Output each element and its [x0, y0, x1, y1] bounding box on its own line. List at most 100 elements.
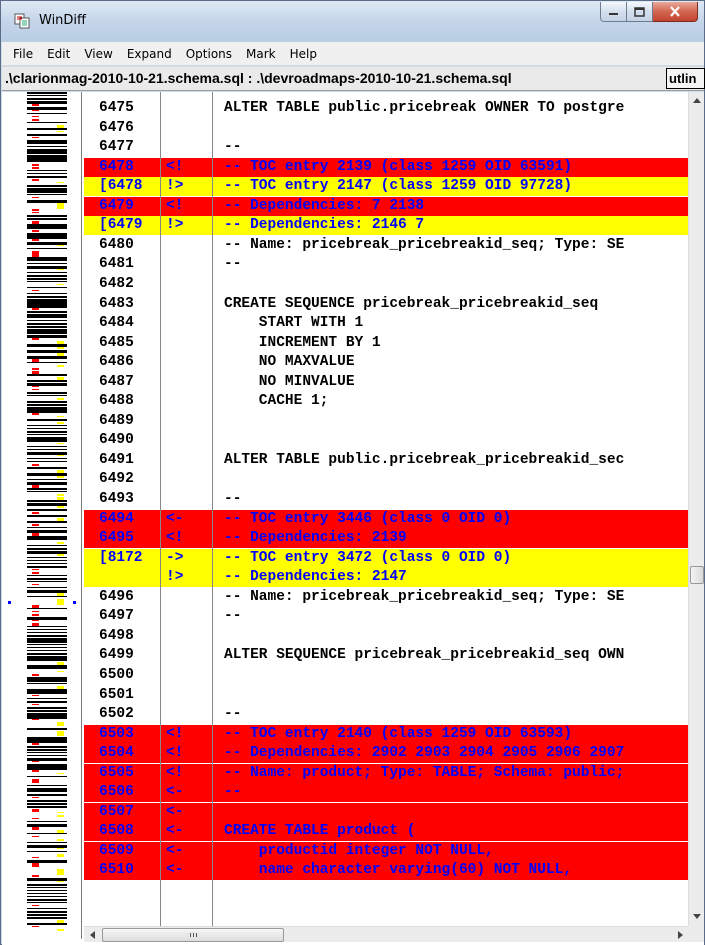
overview-mark — [27, 884, 67, 886]
diff-line[interactable]: 6483 CREATE SEQUENCE pricebreak_pricebrea… — [84, 295, 688, 314]
diff-line[interactable]: 6510 <- name character varying(60) NOT NU… — [84, 861, 688, 881]
overview-mark — [27, 896, 67, 897]
maximize-icon — [634, 6, 645, 17]
diff-line[interactable]: 6475 ALTER TABLE public.pricebreak OWNER … — [84, 99, 688, 118]
diff-line[interactable]: 6502 -- — [84, 705, 688, 724]
menu-help[interactable]: Help — [283, 43, 324, 65]
overview-mark — [32, 389, 39, 390]
line-text: -- TOC entry 2140 (class 1259 OID 63593) — [224, 725, 573, 742]
diff-line[interactable]: 6503 <! -- TOC entry 2140 (class 1259 OID … — [84, 724, 688, 744]
arrow-right-icon — [677, 931, 683, 939]
diff-line[interactable]: 6476 — [84, 119, 688, 138]
vertical-scroll-thumb[interactable] — [690, 566, 704, 584]
scroll-left-arrow[interactable] — [84, 927, 100, 943]
diff-line[interactable]: !> -- Dependencies: 2147 — [84, 568, 688, 588]
overview-mark — [57, 734, 64, 736]
diff-line[interactable]: 6497 -- — [84, 607, 688, 626]
overview-mark — [27, 851, 67, 852]
minimize-button[interactable] — [600, 2, 627, 22]
diff-text-pane[interactable]: 6510 <- name character varying(60) NOT NU… — [84, 92, 688, 926]
diff-line[interactable]: 6506 <- -- — [84, 783, 688, 803]
diff-line[interactable]: [8172 -> -- TOC entry 3472 (class 0 OID 0) — [84, 548, 688, 568]
diff-line[interactable]: 6508 <- CREATE TABLE product ( — [84, 822, 688, 842]
line-number: 6510 — [99, 862, 134, 879]
diff-line[interactable]: [6478 !> -- TOC entry 2147 (class 1259 OID… — [84, 177, 688, 197]
overview-mark — [32, 368, 39, 370]
menu-file[interactable]: File — [6, 43, 40, 65]
diff-line[interactable]: 6480 -- Name: pricebreak_pricebreakid_seq… — [84, 236, 688, 255]
line-number: 6493 — [99, 491, 134, 507]
diff-line[interactable]: 6485 INCREMENT BY 1 — [84, 334, 688, 353]
overview-mark — [27, 785, 67, 786]
close-button[interactable] — [653, 2, 698, 22]
overview-mark — [27, 521, 67, 523]
overview-mark — [27, 578, 67, 580]
scroll-up-arrow[interactable] — [689, 92, 705, 109]
diff-line[interactable]: 6496 -- Name: pricebreak_pricebreakid_seq… — [84, 588, 688, 607]
title-bar[interactable]: WinDiff — [1, 1, 704, 42]
diff-marker: !> — [166, 569, 184, 586]
diff-line[interactable]: 6504 <! -- Dependencies: 2902 2903 2904 29… — [84, 744, 688, 764]
diff-line[interactable]: 6492 — [84, 470, 688, 489]
line-number: 6482 — [99, 275, 134, 292]
diff-line[interactable]: [6479 !> -- Dependencies: 2146 7 — [84, 216, 688, 236]
diff-line[interactable]: 6501 — [84, 686, 688, 705]
overview-mark — [27, 428, 67, 429]
outline-button[interactable]: utlin — [666, 68, 705, 89]
diff-line[interactable]: 6484 START WITH 1 — [84, 314, 688, 333]
diff-line[interactable]: 6489 — [84, 412, 688, 431]
overview-mark — [32, 110, 39, 111]
scroll-down-arrow[interactable] — [689, 908, 705, 925]
line-text: productid integer NOT NULL, — [224, 842, 494, 859]
diff-line[interactable]: 6505 <! -- Name: product; Type: TABLE; Sch… — [84, 763, 688, 783]
overview-mark — [57, 416, 64, 417]
horizontal-scrollbar[interactable] — [84, 926, 688, 942]
overview-mark — [27, 296, 67, 298]
diff-line[interactable]: 6486 NO MAXVALUE — [84, 353, 688, 372]
overview-mark — [27, 170, 67, 171]
diff-line[interactable]: 6481 -- — [84, 255, 688, 274]
diff-line[interactable]: 6499 ALTER SEQUENCE pricebreak_pricebreak… — [84, 646, 688, 665]
overview-mark — [27, 701, 67, 703]
line-number: 6478 — [99, 158, 134, 175]
maximize-button[interactable] — [627, 2, 653, 22]
diff-line[interactable]: 6495 <! -- Dependencies: 2139 — [84, 529, 688, 549]
overview-mark — [27, 173, 67, 174]
line-number: 6509 — [99, 842, 134, 859]
diff-line[interactable]: 6479 <! -- Dependencies: 7 2138 — [84, 196, 688, 216]
diff-line[interactable]: 6478 <! -- TOC entry 2139 (class 1259 OID … — [84, 157, 688, 177]
diff-line[interactable]: 6488 CACHE 1; — [84, 392, 688, 411]
overview-mark — [57, 554, 64, 556]
diff-overview-bar[interactable] — [2, 92, 82, 939]
diff-line[interactable]: 6500 — [84, 666, 688, 685]
menu-mark[interactable]: Mark — [239, 43, 283, 65]
overview-mark — [27, 185, 67, 187]
menu-edit[interactable]: Edit — [40, 43, 77, 65]
diff-line[interactable]: 6507 <- — [84, 802, 688, 822]
overview-mark — [27, 647, 67, 648]
diff-line[interactable]: 6477 -- — [84, 138, 688, 157]
menu-view[interactable]: View — [77, 43, 119, 65]
diff-line[interactable]: 6490 — [84, 431, 688, 450]
diff-marker: <- — [166, 842, 184, 859]
menu-expand[interactable]: Expand — [120, 43, 179, 65]
overview-mark — [57, 812, 64, 813]
scroll-right-arrow[interactable] — [672, 927, 688, 943]
overview-mark — [27, 911, 67, 913]
line-number: [6478 — [99, 178, 143, 195]
diff-line[interactable]: 6498 — [84, 627, 688, 646]
diff-line[interactable]: 6494 <- -- TOC entry 3446 (class 0 OID 0) — [84, 509, 688, 529]
diff-marker: <- — [166, 784, 184, 801]
diff-line[interactable]: 6487 NO MINVALUE — [84, 373, 688, 392]
line-number: 6505 — [99, 764, 134, 781]
overview-mark — [57, 839, 64, 841]
horizontal-scroll-thumb[interactable] — [102, 928, 284, 942]
line-number: 6501 — [99, 686, 134, 703]
diff-line[interactable]: 6491 ALTER TABLE public.pricebreak_priceb… — [84, 451, 688, 470]
menu-options[interactable]: Options — [179, 43, 239, 65]
diff-line[interactable]: 6493 -- — [84, 490, 688, 509]
diff-marker: <- — [166, 510, 184, 527]
diff-line[interactable]: 6509 <- productid integer NOT NULL, — [84, 841, 688, 861]
diff-line[interactable]: 6482 — [84, 275, 688, 294]
vertical-scrollbar[interactable] — [688, 92, 704, 926]
